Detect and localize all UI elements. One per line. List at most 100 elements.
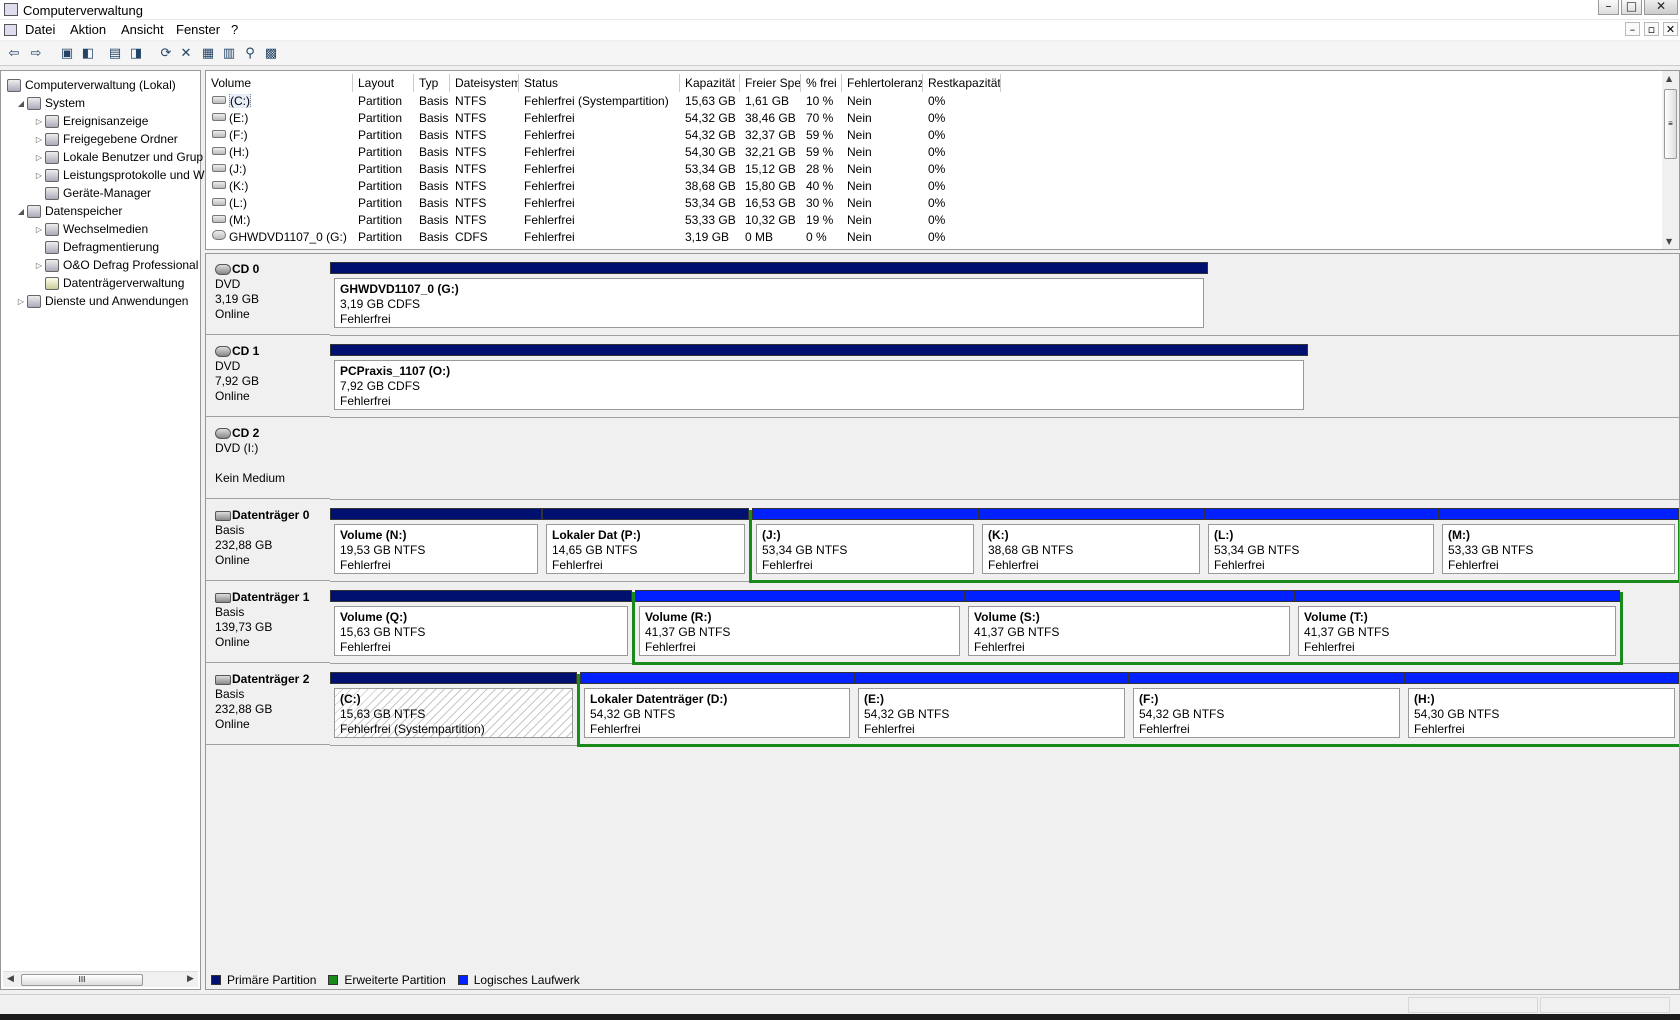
tree-item-datenspeicher[interactable]: ◢ Datenspeicher xyxy=(15,202,122,220)
partition-e[interactable]: (E:) 54,32 GB NTFS Fehlerfrei xyxy=(854,672,1129,742)
partition-details: Lokaler Datenträger (D:) 54,32 GB NTFS Feh… xyxy=(584,688,850,738)
mdi-minimize-button[interactable]: – xyxy=(1625,22,1640,36)
partition-m[interactable]: (M:) 53,33 GB NTFS Fehlerfrei xyxy=(1438,508,1679,578)
partition-ghwdvd1107-0-g[interactable]: GHWDVD1107_0 (G:) 3,19 GB CDFS Fehlerfrei xyxy=(330,262,1208,332)
column-header-typ[interactable]: Typ xyxy=(414,74,450,92)
tree-item-ereignisanzeige[interactable]: ▷ Ereignisanzeige xyxy=(33,112,148,130)
forward-icon[interactable]: ⇨ xyxy=(27,45,45,63)
expander-icon[interactable]: ◢ xyxy=(15,99,27,108)
disk-label-datentr-ger-0[interactable]: Datenträger 0 Basis 232,88 GB Online xyxy=(206,500,330,581)
tree-item-computerverwaltung-lokal[interactable]: Computerverwaltung (Lokal) xyxy=(5,76,176,94)
close-button[interactable]: ✕ xyxy=(1644,0,1678,15)
properties2-icon[interactable]: ▦ xyxy=(199,45,217,63)
table-row[interactable]: GHWDVD1107_0 (G:) Partition Basis CDFS Fehle… xyxy=(206,229,1656,246)
tree-item-system[interactable]: ◢ System xyxy=(15,94,85,112)
table-row[interactable]: (J:) Partition Basis NTFS Fehlerfrei 53,34 GB… xyxy=(206,161,1656,178)
expander-icon[interactable]: ◢ xyxy=(15,207,27,216)
scroll-left-icon[interactable]: ◀ xyxy=(7,974,14,984)
disk-label-cd-0[interactable]: CD 0 DVD 3,19 GB Online xyxy=(206,254,330,335)
table-row[interactable]: (F:) Partition Basis NTFS Fehlerfrei 54,32 GB… xyxy=(206,127,1656,144)
tree-horizontal-scrollbar[interactable]: ◀ III ▶ xyxy=(3,971,198,987)
column-header-fehlertoleranz[interactable]: Fehlertoleranz xyxy=(842,74,923,92)
partition-volume-r[interactable]: Volume (R:) 41,37 GB NTFS Fehlerfrei xyxy=(635,590,964,660)
disk-label-datentr-ger-1[interactable]: Datenträger 1 Basis 139,73 GB Online xyxy=(206,582,330,663)
partition-f[interactable]: (F:) 54,32 GB NTFS Fehlerfrei xyxy=(1129,672,1404,742)
expander-icon[interactable]: ▷ xyxy=(33,171,45,180)
scroll-thumb[interactable]: ≡ xyxy=(1664,89,1677,159)
column-header-freier-speicher[interactable]: Freier Speicher xyxy=(740,74,801,92)
menu-ansicht[interactable]: Ansicht xyxy=(121,22,164,37)
tree-item-ger-te-manager[interactable]: Geräte-Manager xyxy=(33,184,151,202)
table-row[interactable]: (M:) Partition Basis NTFS Fehlerfrei 53,33 GB… xyxy=(206,212,1656,229)
show-hide-tree-icon[interactable]: ◧ xyxy=(79,45,97,63)
delete-icon[interactable]: ✕ xyxy=(177,45,195,63)
disk-label-cd-1[interactable]: CD 1 DVD 7,92 GB Online xyxy=(206,336,330,417)
tree-item-dienste-und-anwendungen[interactable]: ▷ Dienste und Anwendungen xyxy=(15,292,189,310)
table-row[interactable]: (C:) Partition Basis NTFS Fehlerfrei (System… xyxy=(206,93,1656,110)
tree-item-freigegebene-ordner[interactable]: ▷ Freigegebene Ordner xyxy=(33,130,178,148)
document-icon[interactable] xyxy=(4,24,17,36)
properties-icon[interactable]: ▤ xyxy=(106,45,124,63)
expander-icon[interactable]: ▷ xyxy=(33,135,45,144)
settings-icon[interactable]: ▩ xyxy=(262,45,280,63)
column-header-dateisystem[interactable]: Dateisystem xyxy=(450,74,519,92)
mdi-restore-button[interactable]: ▫ xyxy=(1644,22,1659,36)
partition-volume-s[interactable]: Volume (S:) 41,37 GB NTFS Fehlerfrei xyxy=(964,590,1294,660)
expander-icon[interactable]: ▷ xyxy=(33,117,45,126)
disk-info-line: Online xyxy=(215,635,250,649)
disk-label-datentr-ger-2[interactable]: Datenträger 2 Basis 232,88 GB Online xyxy=(206,664,330,745)
expander-icon[interactable]: ▷ xyxy=(15,297,27,306)
partition-k[interactable]: (K:) 38,68 GB NTFS Fehlerfrei xyxy=(978,508,1204,578)
partition-l[interactable]: (L:) 53,34 GB NTFS Fehlerfrei xyxy=(1204,508,1438,578)
search-icon[interactable]: ⚲ xyxy=(241,45,259,63)
help-icon[interactable]: ◨ xyxy=(127,45,145,63)
table-row[interactable]: (L:) Partition Basis NTFS Fehlerfrei 53,34 GB… xyxy=(206,195,1656,212)
tree-item-wechselmedien[interactable]: ▷ Wechselmedien xyxy=(33,220,148,238)
column-header-restkapazit-t[interactable]: Restkapazität xyxy=(923,74,1001,92)
scroll-up-icon[interactable]: ▲ xyxy=(1666,74,1672,83)
back-icon[interactable]: ⇦ xyxy=(5,45,23,63)
volume-list-vertical-scrollbar[interactable]: ▲ ≡ ▼ xyxy=(1662,71,1679,249)
cell-kapazit-t: 15,63 GB xyxy=(685,94,736,108)
tree-item-o-o-defrag-professional[interactable]: ▷ O&O Defrag Professional xyxy=(33,256,198,274)
table-row[interactable]: (H:) Partition Basis NTFS Fehlerfrei 54,30 GB… xyxy=(206,144,1656,161)
scroll-right-icon[interactable]: ▶ xyxy=(187,974,194,984)
up-folder-icon[interactable]: ▣ xyxy=(58,45,76,63)
column-header-layout[interactable]: Layout xyxy=(353,74,414,92)
scroll-down-icon[interactable]: ▼ xyxy=(1666,237,1672,246)
partition-c[interactable]: (C:) 15,63 GB NTFS Fehlerfrei (Systemparti… xyxy=(330,672,577,742)
refresh-icon[interactable]: ⟳ xyxy=(157,45,175,63)
partition-pcpraxis-1107-o[interactable]: PCPraxis_1107 (O:) 7,92 GB CDFS Fehlerfrei xyxy=(330,344,1308,414)
expander-icon[interactable]: ▷ xyxy=(33,261,45,270)
partition-volume-t[interactable]: Volume (T:) 41,37 GB NTFS Fehlerfrei xyxy=(1294,590,1620,660)
table-row[interactable]: (K:) Partition Basis NTFS Fehlerfrei 38,68 GB… xyxy=(206,178,1656,195)
expander-icon[interactable]: ▷ xyxy=(33,153,45,162)
column-header-kapazit-t[interactable]: Kapazität xyxy=(680,74,740,92)
column-header-volume[interactable]: Volume xyxy=(206,74,353,92)
menu-help[interactable]: ? xyxy=(231,22,238,37)
partition-volume-q[interactable]: Volume (Q:) 15,63 GB NTFS Fehlerfrei xyxy=(330,590,632,660)
partition-h[interactable]: (H:) 54,30 GB NTFS Fehlerfrei xyxy=(1404,672,1679,742)
partition-lokaler-datentr-ger-d[interactable]: Lokaler Datenträger (D:) 54,32 GB NTFS Feh… xyxy=(580,672,854,742)
tree-item-leistungsprotokolle-und-w[interactable]: ▷ Leistungsprotokolle und W xyxy=(33,166,205,184)
menu-fenster[interactable]: Fenster xyxy=(176,22,220,37)
column-header-frei[interactable]: % frei xyxy=(801,74,842,92)
partition-lokaler-dat-p[interactable]: Lokaler Dat (P:) 14,65 GB NTFS Fehlerfrei xyxy=(542,508,749,578)
menu-aktion[interactable]: Aktion xyxy=(70,22,106,37)
partition-volume-n[interactable]: Volume (N:) 19,53 GB NTFS Fehlerfrei xyxy=(330,508,542,578)
tree-item-lokale-benutzer-und-grup[interactable]: ▷ Lokale Benutzer und Grup xyxy=(33,148,203,166)
table-row[interactable]: (E:) Partition Basis NTFS Fehlerfrei 54,32 GB… xyxy=(206,110,1656,127)
tree-item-defragmentierung[interactable]: Defragmentierung xyxy=(33,238,159,256)
cell-restkapazit-t: 0% xyxy=(928,111,946,125)
maximize-button[interactable]: □ xyxy=(1621,0,1642,15)
scroll-thumb[interactable]: III xyxy=(21,974,143,986)
menu-datei[interactable]: Datei xyxy=(25,22,55,37)
expander-icon[interactable]: ▷ xyxy=(33,225,45,234)
open-icon[interactable]: ▥ xyxy=(220,45,238,63)
tree-item-datentr-gerverwaltung[interactable]: Datenträgerverwaltung xyxy=(33,274,184,292)
partition-j[interactable]: (J:) 53,34 GB NTFS Fehlerfrei xyxy=(752,508,978,578)
disk-label-cd-2[interactable]: CD 2 DVD (I:) Kein Medium xyxy=(206,418,330,499)
column-header-status[interactable]: Status xyxy=(519,74,680,92)
minimize-button[interactable]: – xyxy=(1598,0,1619,15)
mdi-close-button[interactable]: ✕ xyxy=(1663,22,1678,36)
